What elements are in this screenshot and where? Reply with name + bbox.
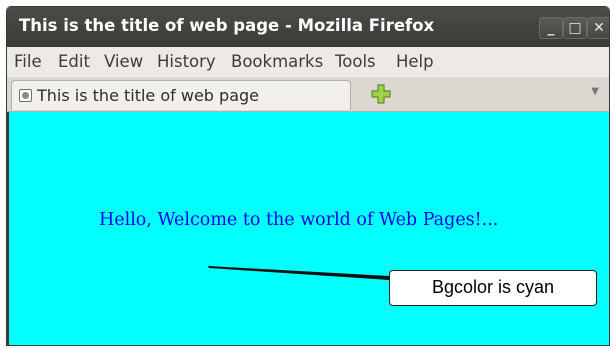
menu-tools[interactable]: Tools <box>335 52 376 71</box>
menu-view[interactable]: View <box>104 52 143 71</box>
menu-help[interactable]: Help <box>396 52 434 71</box>
browser-window: This is the title of web page - Mozilla … <box>6 6 610 346</box>
close-button[interactable]: ✕ <box>587 17 609 39</box>
menu-bar: File Edit View History Bookmarks Tools H… <box>7 47 609 77</box>
page-favicon-icon <box>19 89 32 102</box>
window-title: This is the title of web page - Mozilla … <box>19 16 435 35</box>
menu-history[interactable]: History <box>157 52 216 71</box>
menu-bookmarks[interactable]: Bookmarks <box>231 52 323 71</box>
minimize-button[interactable]: _ <box>539 17 563 39</box>
page-content: Hello, Welcome to the world of Web Pages… <box>7 112 609 345</box>
tab-active[interactable]: This is the title of web page <box>11 80 351 110</box>
tab-list-chevron-down-icon[interactable]: ▼ <box>591 86 599 97</box>
menu-file[interactable]: File <box>14 52 42 71</box>
menu-edit[interactable]: Edit <box>58 52 90 71</box>
callout-pointer-line <box>208 266 389 280</box>
tab-strip: This is the title of web page ▼ <box>7 77 609 112</box>
maximize-button[interactable]: □ <box>563 17 587 39</box>
title-bar[interactable]: This is the title of web page - Mozilla … <box>7 7 609 47</box>
tab-label: This is the title of web page <box>37 86 259 105</box>
plus-icon <box>371 84 391 104</box>
new-tab-button[interactable] <box>370 83 392 105</box>
annotation-callout: Bgcolor is cyan <box>389 270 597 306</box>
